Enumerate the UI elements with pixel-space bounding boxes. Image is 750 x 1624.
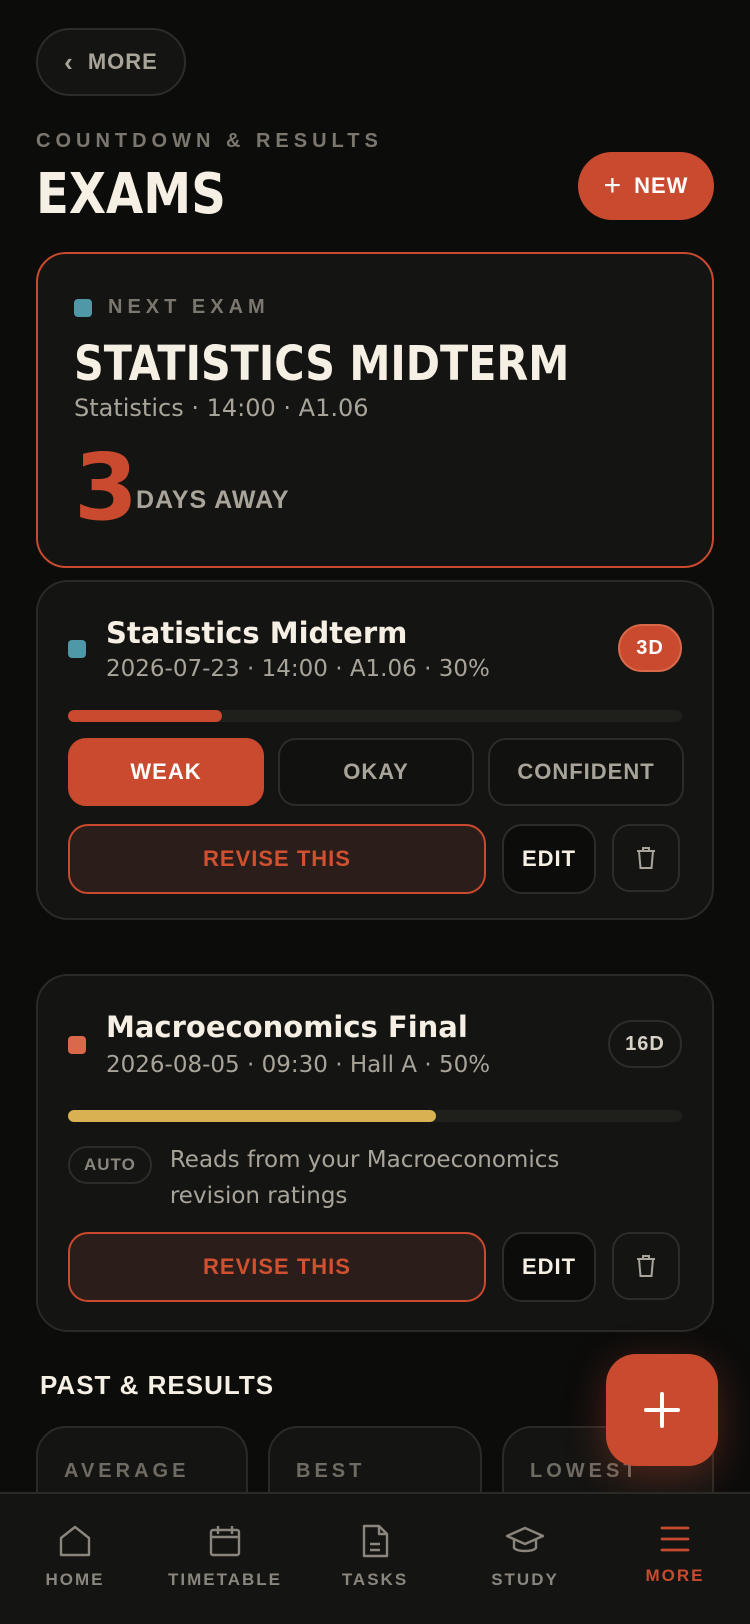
prep-progress-fill (68, 710, 222, 722)
menu-icon (660, 1526, 690, 1552)
exam-card: Macroeconomics Final 2026-08-05 · 09:30 … (36, 974, 714, 1332)
exam-title: Macroeconomics Final (106, 1010, 468, 1044)
exam-subtitle: 2026-07-23 · 14:00 · A1.06 · 30% (106, 656, 490, 682)
home-icon (59, 1525, 91, 1557)
plus-icon: + (603, 169, 623, 202)
next-exam-card[interactable]: NEXT EXAM STATISTICS MIDTERM Statistics … (36, 252, 714, 568)
delete-button[interactable] (612, 1232, 680, 1300)
stat-label: BEST (296, 1460, 366, 1482)
auto-description: Reads from your Macroeconomics revision … (169, 1147, 560, 1209)
trash-icon (637, 1255, 655, 1277)
plus-icon (644, 1392, 680, 1428)
next-exam-tag: NEXT EXAM (108, 296, 270, 318)
exam-title: Statistics Midterm (106, 616, 408, 650)
next-exam-title: STATISTICS MIDTERM (74, 336, 570, 392)
edit-button[interactable]: EDIT (502, 824, 596, 894)
nav-label: TIMETABLE (167, 1570, 282, 1589)
bottom-nav: HOME TIMETABLE TASKS STUDY MORE (0, 1492, 750, 1624)
exam-subtitle: 2026-08-05 · 09:30 · Hall A · 50% (106, 1052, 491, 1078)
edit-button[interactable]: EDIT (502, 1232, 596, 1302)
nav-item-more[interactable]: MORE (600, 1494, 750, 1624)
back-label: MORE (87, 49, 158, 74)
stat-label: AVERAGE (64, 1460, 190, 1482)
nav-label: STUDY (491, 1570, 559, 1589)
subject-color-dot (68, 1036, 86, 1054)
subject-color-dot (74, 298, 92, 317)
page-eyebrow: COUNTDOWN & RESULTS (36, 130, 383, 152)
nav-label: HOME (45, 1570, 105, 1589)
nav-label: TASKS (341, 1570, 409, 1589)
prep-progress (68, 710, 682, 722)
delete-button[interactable] (612, 824, 680, 892)
rating-weak-button[interactable]: WEAK (68, 738, 264, 806)
subject-color-dot (68, 640, 86, 658)
days-badge: 3D (618, 624, 682, 672)
past-results-title: PAST & RESULTS (40, 1370, 275, 1400)
nav-item-home[interactable]: HOME (0, 1494, 150, 1624)
document-icon (362, 1524, 389, 1558)
revise-button[interactable]: REVISE THIS (68, 1232, 486, 1302)
rating-okay-button[interactable]: OKAY (278, 738, 474, 806)
auto-badge: AUTO (68, 1146, 152, 1184)
days-count: 3 (74, 434, 139, 541)
days-away-label: DAYS AWAY (136, 486, 290, 514)
revise-button[interactable]: REVISE THIS (68, 824, 486, 894)
rating-confident-button[interactable]: CONFIDENT (488, 738, 684, 806)
next-exam-subtitle: Statistics · 14:00 · A1.06 (74, 394, 369, 422)
trash-icon (637, 847, 655, 869)
nav-item-timetable[interactable]: TIMETABLE (150, 1494, 300, 1624)
new-button-label: NEW (634, 173, 689, 198)
new-exam-button[interactable]: + NEW (578, 152, 714, 220)
prep-progress-fill (68, 1110, 437, 1122)
nav-item-tasks[interactable]: TASKS (300, 1494, 450, 1624)
calendar-icon (209, 1526, 241, 1557)
nav-item-study[interactable]: STUDY (450, 1494, 600, 1624)
prep-progress (68, 1110, 682, 1122)
days-badge: 16D (608, 1020, 682, 1068)
chevron-left-icon: ‹ (64, 46, 74, 77)
exam-card: Statistics Midterm 2026-07-23 · 14:00 · … (36, 580, 714, 920)
add-fab-button[interactable] (606, 1354, 718, 1466)
page-title: EXAMS (36, 162, 226, 227)
graduation-cap-icon (505, 1526, 545, 1553)
back-button[interactable]: ‹ MORE (36, 28, 186, 96)
nav-label: MORE (645, 1566, 705, 1585)
